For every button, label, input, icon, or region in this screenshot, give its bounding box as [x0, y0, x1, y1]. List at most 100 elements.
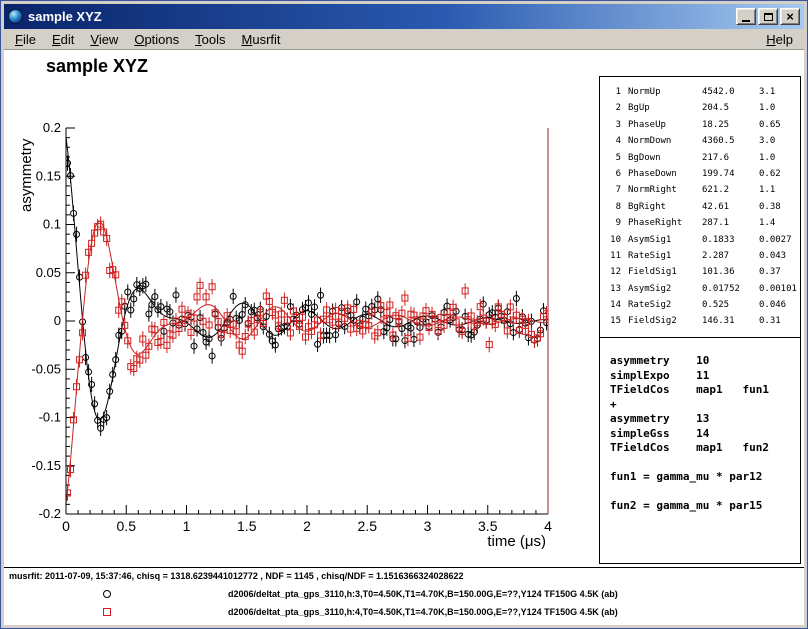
param-row: 1 NormUp4542.03.1: [606, 84, 800, 100]
legend-item: d2006/deltat_pta_gps_3110,h:4,T0=4.50K,T…: [103, 606, 618, 618]
param-row: 10AsymSig10.18330.0027: [606, 232, 800, 248]
param-error: 3.1: [759, 84, 800, 100]
parameter-pave[interactable]: 1 NormUp4542.03.12BgUp204.51.03PhaseUp18.…: [599, 76, 801, 338]
param-name: FieldSig2: [628, 313, 702, 329]
param-num: 11: [606, 248, 621, 264]
legend-label: d2006/deltat_pta_gps_3110,h:3,T0=4.50K,T…: [228, 589, 618, 599]
param-error: 1.0: [759, 100, 800, 116]
param-row: 4NormDown4360.53.0: [606, 133, 800, 149]
param-row: 5BgDown217.61.0: [606, 150, 800, 166]
param-value: 18.25: [702, 117, 759, 133]
param-num: 13: [606, 281, 621, 297]
param-row: 6PhaseDown199.740.62: [606, 166, 800, 182]
param-name: NormUp: [628, 84, 702, 100]
menu-tools[interactable]: Tools: [187, 30, 233, 49]
param-name: BgDown: [628, 150, 702, 166]
svg-text:3: 3: [424, 518, 432, 534]
param-name: AsymSig2: [628, 281, 702, 297]
param-row: 2BgUp204.51.0: [606, 100, 800, 116]
param-value: 42.61: [702, 199, 759, 215]
menu-musrfit[interactable]: Musrfit: [234, 30, 289, 49]
param-row: 7NormRight621.21.1: [606, 182, 800, 198]
param-num: 12: [606, 264, 621, 280]
menu-view[interactable]: View: [82, 30, 126, 49]
asymmetry-plot[interactable]: -0.2-0.15-0.1-0.0500.050.10.150.200.511.…: [4, 50, 596, 560]
svg-text:-0.1: -0.1: [39, 410, 61, 425]
param-value: 621.2: [702, 182, 759, 198]
param-row: 11RateSig12.2870.043: [606, 248, 800, 264]
svg-text:0.05: 0.05: [36, 265, 61, 280]
minimize-button[interactable]: [736, 8, 756, 25]
param-error: 3.0: [759, 133, 800, 149]
fit-info: musrfit: 2011-07-09, 15:37:46, chisq = 1…: [9, 571, 464, 581]
minimize-icon: [742, 20, 750, 22]
param-error: 1.0: [759, 150, 800, 166]
param-name: PhaseDown: [628, 166, 702, 182]
param-error: 0.0027: [759, 232, 800, 248]
svg-text:0.15: 0.15: [36, 168, 61, 183]
menu-bar: File Edit View Options Tools Musrfit Hel…: [4, 29, 804, 50]
param-value: 4360.5: [702, 133, 759, 149]
param-row: 12FieldSig1101.360.37: [606, 264, 800, 280]
parameter-list: 1 NormUp4542.03.12BgUp204.51.03PhaseUp18.…: [606, 84, 800, 330]
param-error: 0.65: [759, 117, 800, 133]
param-error: 0.38: [759, 199, 800, 215]
menu-edit[interactable]: Edit: [44, 30, 82, 49]
param-name: PhaseUp: [628, 117, 702, 133]
legend-item: d2006/deltat_pta_gps_3110,h:3,T0=4.50K,T…: [103, 588, 618, 600]
theory-text: asymmetry 10 simplExpo 11 TFieldCos map1…: [610, 354, 800, 514]
title-bar[interactable]: sample XYZ: [4, 4, 804, 29]
svg-text:4: 4: [544, 518, 552, 534]
svg-text:time (μs): time (μs): [487, 533, 546, 550]
param-value: 217.6: [702, 150, 759, 166]
menu-help[interactable]: Help: [758, 30, 801, 49]
param-name: RateSig2: [628, 297, 702, 313]
param-num: 8: [606, 199, 621, 215]
svg-text:-0.15: -0.15: [31, 458, 61, 473]
param-value: 4542.0: [702, 84, 759, 100]
close-icon: [786, 10, 794, 23]
param-row: 14 RateSig20.5250.046: [606, 297, 800, 313]
menu-options[interactable]: Options: [126, 30, 187, 49]
param-num: 14: [606, 297, 621, 313]
menu-file[interactable]: File: [7, 30, 44, 49]
app-window: sample XYZ File Edit View Options Tools …: [0, 0, 808, 629]
param-num: 1: [606, 84, 621, 100]
svg-text:2: 2: [303, 518, 311, 534]
param-num: 4: [606, 133, 621, 149]
svg-text:0: 0: [62, 518, 70, 534]
param-error: 0.046: [759, 297, 800, 313]
circle-marker-icon: [103, 590, 111, 598]
svg-text:3.5: 3.5: [478, 518, 498, 534]
maximize-button[interactable]: [758, 8, 778, 25]
param-row: 15 FieldSig2146.310.31: [606, 313, 800, 329]
app-icon: [8, 9, 23, 24]
param-value: 101.36: [702, 264, 759, 280]
param-num: 6: [606, 166, 621, 182]
param-error: 1.1: [759, 182, 800, 198]
param-value: 0.525: [702, 297, 759, 313]
svg-text:-0.2: -0.2: [39, 506, 61, 521]
close-button[interactable]: [780, 8, 800, 25]
param-row: 3PhaseUp18.250.65: [606, 117, 800, 133]
svg-text:0: 0: [54, 313, 61, 328]
param-row: 13AsymSig20.017520.00101: [606, 281, 800, 297]
param-value: 287.1: [702, 215, 759, 231]
param-error: 0.31: [759, 313, 800, 329]
param-num: 10: [606, 232, 621, 248]
param-value: 146.31: [702, 313, 759, 329]
svg-text:asymmetry: asymmetry: [18, 138, 35, 212]
theory-pave[interactable]: asymmetry 10 simplExpo 11 TFieldCos map1…: [599, 338, 801, 564]
root-canvas[interactable]: sample XYZ -0.2-0.15-0.1-0.0500.050.10.1…: [4, 50, 804, 625]
param-value: 199.74: [702, 166, 759, 182]
param-row: 8BgRight42.610.38: [606, 199, 800, 215]
param-num: 15: [606, 313, 621, 329]
svg-text:0.2: 0.2: [43, 120, 61, 135]
param-value: 0.1833: [702, 232, 759, 248]
param-name: RateSig1: [628, 248, 702, 264]
window-controls: [736, 8, 800, 25]
svg-text:2.5: 2.5: [358, 518, 378, 534]
param-value: 2.287: [702, 248, 759, 264]
svg-text:0.1: 0.1: [43, 217, 61, 232]
svg-text:1.5: 1.5: [237, 518, 257, 534]
